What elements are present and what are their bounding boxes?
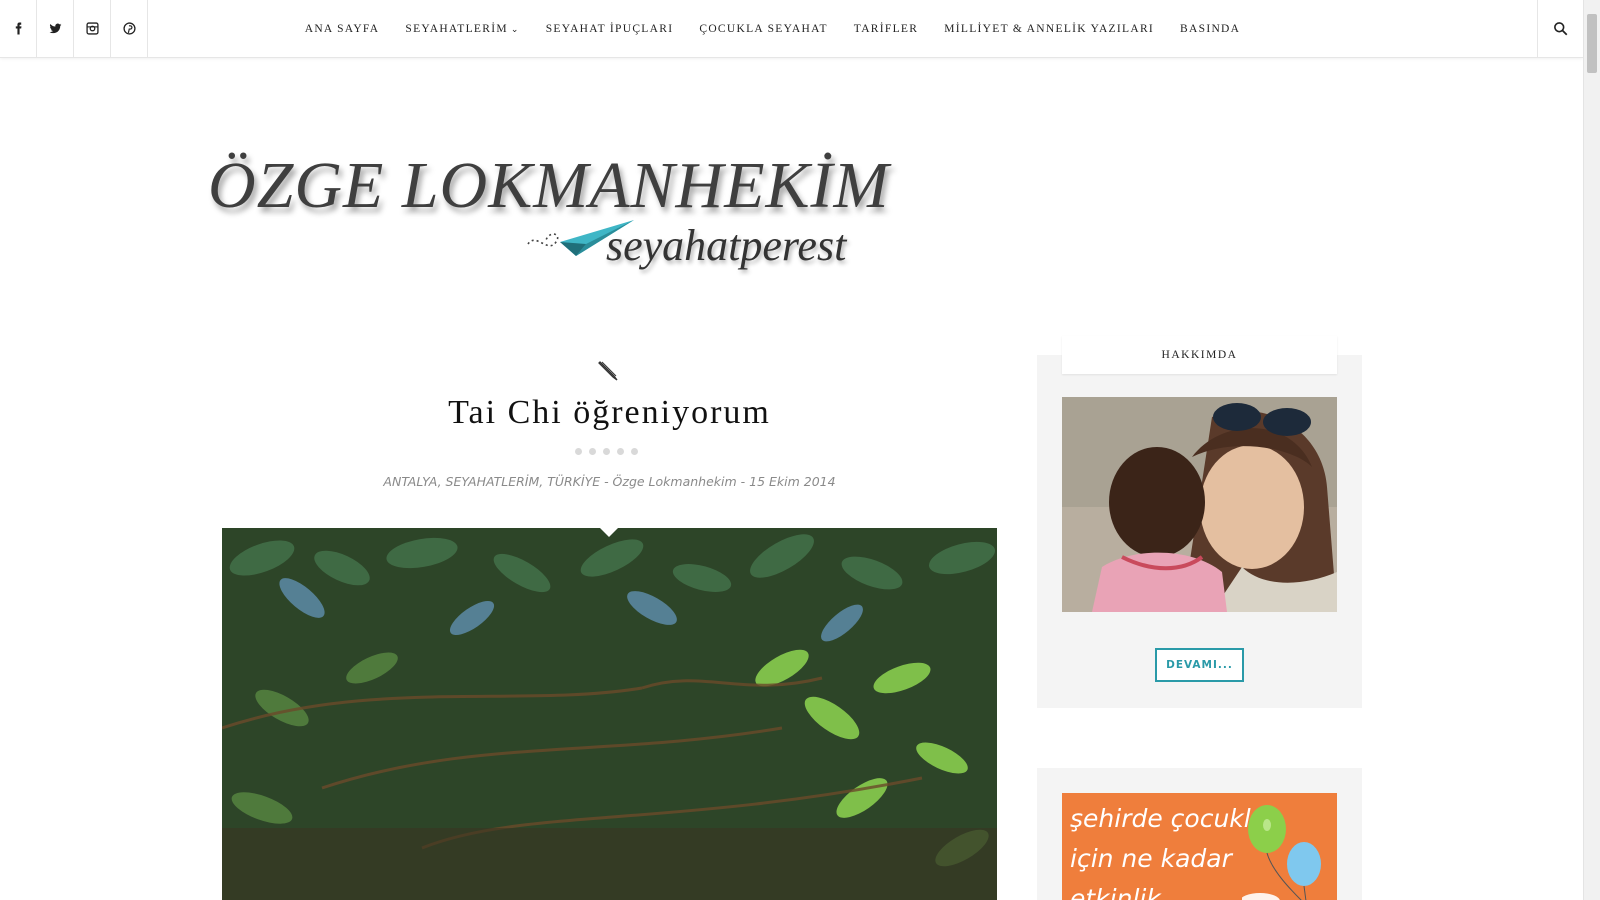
foliage-image bbox=[222, 528, 997, 900]
scrollbar-thumb[interactable] bbox=[1587, 14, 1597, 73]
chevron-down-icon: ⌄ bbox=[510, 23, 520, 34]
instagram-icon bbox=[85, 22, 99, 35]
balloons-icon bbox=[1242, 805, 1321, 900]
nav-item-basinda[interactable]: BASINDA bbox=[1180, 23, 1240, 35]
nav-item-label: SEYAHATLERİM bbox=[405, 22, 508, 35]
read-more-button[interactable]: DEVAMI... bbox=[1155, 648, 1244, 682]
twitter-link[interactable] bbox=[37, 0, 74, 57]
image-notch bbox=[598, 526, 620, 537]
search-button[interactable] bbox=[1537, 0, 1583, 57]
nav-item-ana-sayfa[interactable]: ANA SAYFA bbox=[305, 23, 380, 35]
page-scrollbar[interactable] bbox=[1583, 0, 1600, 900]
search-icon bbox=[1554, 22, 1568, 36]
pencil-icon bbox=[598, 361, 618, 381]
promo-banner[interactable]: şehirde çocuklar için ne kadar etkinlik bbox=[1062, 793, 1337, 900]
twitter-icon bbox=[49, 23, 61, 34]
logo-sub-text: seyahatperest bbox=[606, 221, 847, 270]
post-featured-image[interactable] bbox=[222, 528, 997, 900]
nav-item-seyahat-ipuclari[interactable]: SEYAHAT İPUÇLARI bbox=[546, 23, 674, 35]
nav-item-milliyet-annelik[interactable]: MİLLİYET & ANNELİK YAZILARI bbox=[944, 23, 1154, 35]
pinterest-link[interactable] bbox=[111, 0, 148, 57]
instagram-link[interactable] bbox=[74, 0, 111, 57]
facebook-link[interactable] bbox=[0, 0, 37, 57]
post-title[interactable]: Tai Chi öğreniyorum bbox=[222, 394, 997, 432]
top-bar: ANA SAYFA SEYAHATLERİM ⌄ SEYAHAT İPUÇLARI… bbox=[0, 0, 1583, 58]
pinterest-icon bbox=[122, 22, 136, 35]
about-widget-title: HAKKIMDA bbox=[1062, 336, 1337, 374]
nav-item-seyahatlerim[interactable]: SEYAHATLERİM ⌄ bbox=[405, 23, 519, 35]
about-photo[interactable] bbox=[1062, 397, 1337, 612]
portrait-image bbox=[1062, 397, 1337, 612]
post-meta[interactable]: ANTALYA, SEYAHATLERİM, TÜRKİYE - Özge Lo… bbox=[222, 474, 997, 489]
nav-item-tarifler[interactable]: TARİFLER bbox=[854, 23, 918, 35]
main-nav: ANA SAYFA SEYAHATLERİM ⌄ SEYAHAT İPUÇLARI… bbox=[0, 0, 1600, 57]
social-links bbox=[0, 0, 148, 57]
facebook-icon bbox=[15, 22, 21, 35]
title-divider-dots bbox=[575, 448, 638, 455]
nav-item-cocukla-seyahat[interactable]: ÇOCUKLA SEYAHAT bbox=[699, 23, 827, 35]
site-logo[interactable]: ÖZGE LOKMANHEKİM seyahatperest bbox=[208, 148, 908, 288]
logo-main-text: ÖZGE LOKMANHEKİM bbox=[208, 149, 890, 222]
